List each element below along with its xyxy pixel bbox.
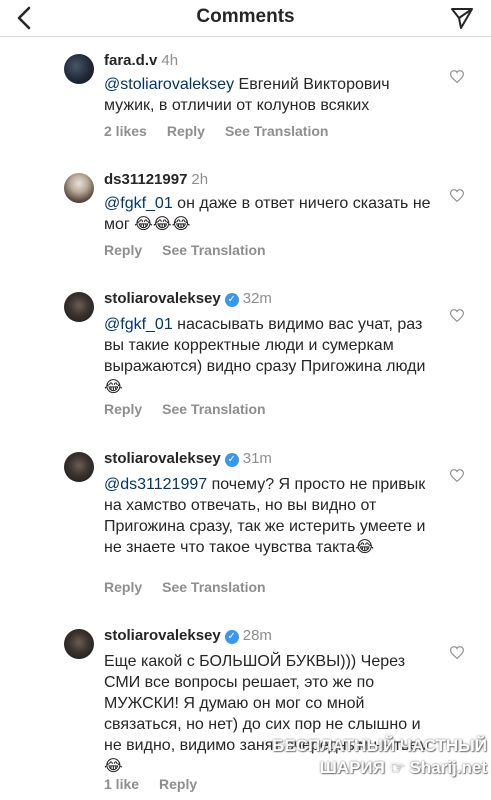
see-translation-button[interactable]: See Translation — [162, 579, 265, 595]
comment-time: 31m — [242, 450, 272, 467]
comment-username[interactable]: fara.d.v — [104, 52, 157, 69]
verified-badge-icon: ✓ — [224, 453, 239, 467]
comment-time: 28m — [242, 627, 272, 644]
see-translation-button[interactable]: See Translation — [225, 123, 328, 139]
watermark-line-2: ШАРИЯ ☞ Sharij.net — [319, 758, 487, 777]
likes-count[interactable]: 2 likes — [104, 123, 147, 139]
top-bar: Comments — [0, 0, 491, 37]
see-translation-button[interactable]: See Translation — [162, 401, 265, 417]
like-button[interactable] — [449, 307, 465, 323]
mention-link[interactable]: @stoliarovaleksey — [104, 76, 234, 93]
like-button[interactable] — [449, 68, 465, 84]
comment-username[interactable]: stoliarovaleksey — [104, 290, 221, 307]
verified-badge-icon: ✓ — [224, 630, 239, 644]
avatar[interactable] — [64, 292, 94, 322]
comment-text: @fgkf_01 он даже в ответ ничего сказать … — [104, 193, 434, 235]
reply-button[interactable]: Reply — [104, 401, 142, 417]
avatar[interactable] — [64, 54, 94, 84]
avatar[interactable] — [64, 173, 94, 203]
verified-badge-icon: ✓ — [224, 293, 239, 307]
avatar[interactable] — [64, 452, 94, 482]
comment-text: @fgkf_01 насасывать видимо вас учат, раз… — [104, 314, 434, 398]
reply-button[interactable]: Reply — [167, 123, 205, 139]
reply-button[interactable]: Reply — [104, 242, 142, 258]
comment-username[interactable]: ds31121997 — [104, 171, 187, 188]
comment-time: 2h — [191, 171, 209, 188]
direct-send-button[interactable] — [447, 3, 477, 33]
comment-actions: 2 likes Reply See Translation — [104, 123, 348, 139]
page-title: Comments — [196, 6, 295, 27]
heart-outline-icon — [450, 308, 464, 322]
heart-outline-icon — [450, 69, 464, 83]
likes-count[interactable]: 1 like — [104, 776, 139, 792]
comment-actions: 1 like Reply — [104, 776, 217, 792]
heart-outline-icon — [450, 645, 464, 659]
comment-meta: stoliarovaleksey ✓ 32m — [104, 290, 272, 307]
mention-link[interactable]: @fgkf_01 — [104, 195, 173, 212]
heart-outline-icon — [450, 468, 464, 482]
comment-time: 32m — [242, 290, 272, 307]
comment-meta: fara.d.v 4h — [104, 52, 178, 69]
comment-username[interactable]: stoliarovaleksey — [104, 450, 221, 467]
comment-text: @ds31121997 почему? Я просто не привык н… — [104, 474, 434, 558]
comment-meta: stoliarovaleksey ✓ 31m — [104, 450, 272, 467]
comment-time: 4h — [161, 52, 179, 69]
direct-send-icon — [451, 8, 473, 29]
watermark: БЕСПЛАТНЫЙ ЧАСТНЫЙ ШАРИЯ ☞ Sharij.net — [262, 735, 487, 779]
reply-button[interactable]: Reply — [159, 776, 197, 792]
like-button[interactable] — [449, 467, 465, 483]
avatar[interactable] — [64, 629, 94, 659]
like-button[interactable] — [449, 187, 465, 203]
comment-text: @stoliarovaleksey Евгений Викторович муж… — [104, 74, 434, 116]
see-translation-button[interactable]: See Translation — [162, 242, 265, 258]
heart-outline-icon — [450, 188, 464, 202]
comment-username[interactable]: stoliarovaleksey — [104, 627, 221, 644]
mention-link[interactable]: @fgkf_01 — [104, 316, 173, 333]
comment-meta: ds31121997 2h — [104, 171, 208, 188]
comment-actions: Reply See Translation — [104, 579, 286, 595]
mention-link[interactable]: @ds31121997 — [104, 476, 207, 493]
comment-actions: Reply See Translation — [104, 242, 286, 258]
comment-meta: stoliarovaleksey ✓ 28m — [104, 627, 272, 644]
watermark-line-1: БЕСПЛАТНЫЙ ЧАСТНЫЙ — [272, 736, 487, 755]
comment-actions: Reply See Translation — [104, 401, 286, 417]
like-button[interactable] — [449, 644, 465, 660]
reply-button[interactable]: Reply — [104, 579, 142, 595]
